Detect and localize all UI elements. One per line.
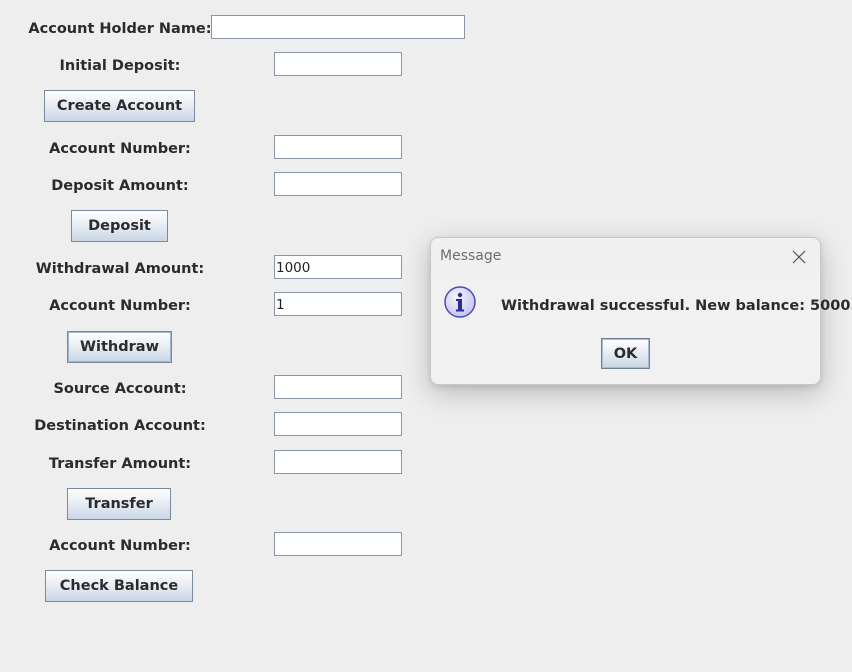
close-icon[interactable] [791,249,807,265]
deposit-amount-input[interactable] [274,172,402,196]
dialog-message: Withdrawal successful. New balance: 5000… [501,298,852,314]
deposit-account-number-input[interactable] [274,135,402,159]
create-account-button[interactable]: Create Account [44,90,195,122]
info-icon [443,285,477,319]
check-balance-button[interactable]: Check Balance [45,570,193,602]
transfer-amount-label: Transfer Amount: [48,456,192,472]
initial-deposit-label: Initial Deposit: [59,58,181,74]
deposit-button[interactable]: Deposit [71,210,168,242]
withdrawal-amount-input[interactable] [274,255,402,279]
dialog-title: Message [440,248,502,264]
withdrawal-amount-label: Withdrawal Amount: [35,261,205,277]
withdraw-account-number-input[interactable] [274,292,402,316]
transfer-button[interactable]: Transfer [67,488,171,520]
initial-deposit-input[interactable] [274,52,402,76]
source-account-label: Source Account: [53,381,187,397]
dialog-titlebar[interactable]: Message [431,238,820,275]
source-account-input[interactable] [274,375,402,399]
destination-account-input[interactable] [274,412,402,436]
deposit-account-number-label: Account Number: [49,141,191,157]
balance-account-number-input[interactable] [274,532,402,556]
withdraw-account-number-label: Account Number: [49,298,191,314]
transfer-amount-input[interactable] [274,450,402,474]
ok-button[interactable]: OK [601,338,650,369]
withdraw-button[interactable]: Withdraw [67,331,172,363]
deposit-amount-label: Deposit Amount: [51,178,189,194]
message-dialog: Message Withdrawal successful. New balan… [430,237,852,385]
account-holder-name-input[interactable] [211,15,465,39]
account-holder-name-label: Account Holder Name: [28,21,212,37]
balance-account-number-label: Account Number: [49,538,191,554]
destination-account-label: Destination Account: [34,418,206,434]
